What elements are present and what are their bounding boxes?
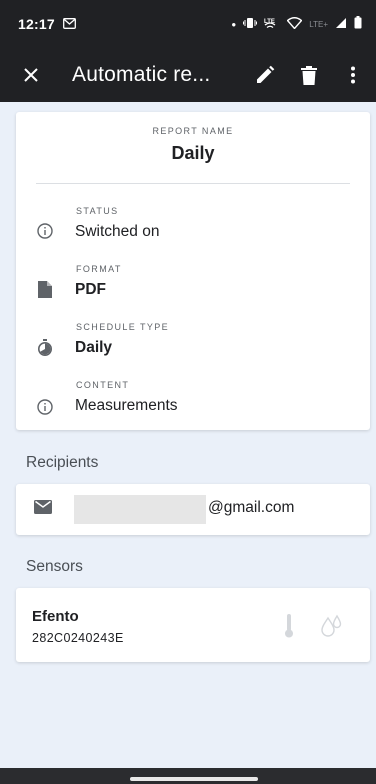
redacted-email-local-part <box>74 495 206 524</box>
email-icon <box>34 500 54 518</box>
close-button[interactable] <box>18 62 44 88</box>
battery-icon <box>354 16 362 32</box>
gmail-notification-icon <box>62 17 76 32</box>
status-label: STATUS <box>76 206 119 216</box>
sensor-id: 282C0240243E <box>32 631 124 645</box>
format-row: FORMAT PDF <box>16 260 370 312</box>
app-bar: Automatic re... <box>0 48 376 102</box>
recipients-header: Recipients <box>26 454 99 471</box>
report-details-card: REPORT NAME Daily STATUS Switched on FOR… <box>16 112 370 430</box>
info-circle-icon <box>36 222 54 240</box>
app-bar-actions <box>254 64 364 86</box>
recipient-item[interactable]: @gmail.com <box>16 484 370 535</box>
report-name-label: REPORT NAME <box>152 126 234 136</box>
schedule-type-value: Daily <box>75 339 113 356</box>
notification-dot-icon: ● <box>231 19 237 29</box>
lte-signal-icon: LTE <box>264 17 280 32</box>
status-time: 12:17 <box>18 16 55 32</box>
status-value: Switched on <box>75 223 160 240</box>
format-value: PDF <box>75 281 106 298</box>
sensor-name: Efento <box>32 608 79 625</box>
recipient-email: @gmail.com <box>208 499 295 516</box>
more-options-button[interactable] <box>342 64 364 86</box>
sensors-header: Sensors <box>26 558 83 575</box>
pencil-icon <box>257 65 275 83</box>
format-label: FORMAT <box>76 264 122 274</box>
trash-icon <box>301 65 317 85</box>
status-bar: 12:17 ● LTE LTE+ <box>0 0 376 48</box>
more-vert-icon <box>351 66 355 84</box>
status-icons: ● LTE LTE+ <box>231 16 362 32</box>
delete-button[interactable] <box>298 64 320 86</box>
lte-plus-label: LTE+ <box>309 19 328 29</box>
info-circle-icon <box>36 398 54 416</box>
file-icon <box>36 280 54 298</box>
content-row: CONTENT Measurements <box>16 376 370 428</box>
page-title: Automatic re... <box>72 63 211 86</box>
close-icon <box>24 68 38 82</box>
report-name-value: Daily <box>171 143 215 163</box>
thermometer-icon <box>278 612 300 640</box>
status-row: STATUS Switched on <box>16 202 370 254</box>
home-gesture-handle[interactable] <box>130 777 258 781</box>
schedule-type-label: SCHEDULE TYPE <box>76 322 170 332</box>
schedule-type-row: SCHEDULE TYPE Daily <box>16 318 370 370</box>
system-nav-bar <box>0 768 376 784</box>
content-label: CONTENT <box>76 380 130 390</box>
divider <box>36 183 350 184</box>
content-value: Measurements <box>75 397 178 414</box>
sensor-item[interactable]: Efento 282C0240243E <box>16 588 370 662</box>
timer-icon <box>36 338 54 356</box>
cell-signal-icon <box>335 17 347 32</box>
edit-button[interactable] <box>254 64 276 86</box>
wifi-icon <box>286 16 303 32</box>
vibrate-icon <box>243 17 258 32</box>
humidity-icon <box>318 612 346 640</box>
